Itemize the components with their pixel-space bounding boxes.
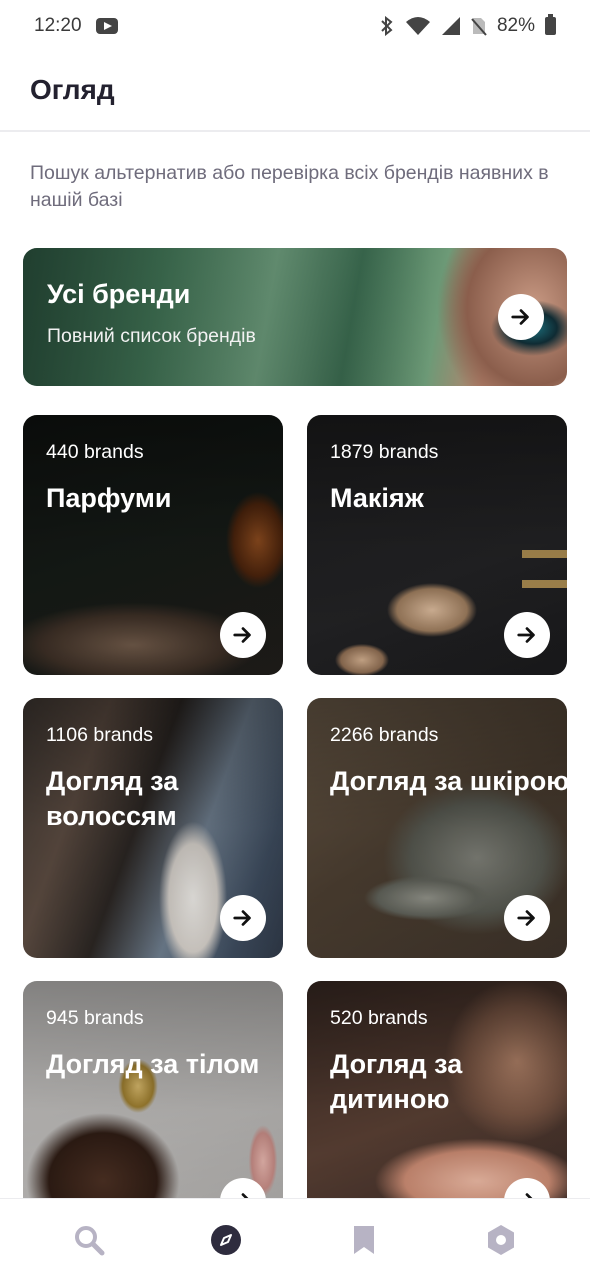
category-title: Догляд за волоссям [46, 766, 179, 831]
category-arrow-button[interactable] [504, 612, 550, 658]
compass-icon [211, 1224, 242, 1255]
arrow-right-icon [233, 910, 251, 926]
category-count: 2266 brands [330, 724, 439, 746]
category-count: 945 brands [46, 1007, 144, 1029]
all-brands-subtitle: Повний список брендів [47, 325, 256, 347]
status-bar: 12:20 82% [0, 0, 590, 52]
category-card-hair-care[interactable]: 1106 brands Догляд за волоссям [23, 698, 283, 958]
category-title: Догляд за дитиною [330, 1049, 463, 1114]
category-arrow-button[interactable] [220, 895, 266, 941]
category-title: Макіяж [330, 483, 424, 513]
all-brands-arrow-button[interactable] [498, 294, 544, 340]
arrow-right-icon [511, 309, 529, 325]
category-arrow-button[interactable] [504, 895, 550, 941]
bluetooth-icon [381, 16, 393, 36]
all-brands-banner[interactable]: Усі бренди Повний список брендів [23, 248, 567, 386]
battery-icon [545, 14, 556, 35]
category-card-makeup[interactable]: 1879 brands Макіяж [307, 415, 567, 675]
arrow-right-icon [233, 627, 251, 643]
category-card-perfume[interactable]: 440 brands Парфуми [23, 415, 283, 675]
battery-percent: 82% [496, 15, 535, 36]
category-title: Парфуми [46, 483, 172, 513]
bookmark-icon [353, 1225, 374, 1254]
category-count: 520 brands [330, 1007, 428, 1029]
bottom-nav [0, 1198, 590, 1280]
youtube-icon [95, 18, 118, 34]
page-title: Огляд [30, 74, 115, 105]
category-title: Догляд за тілом [46, 1049, 260, 1079]
search-icon [74, 1225, 105, 1255]
header: Огляд [0, 52, 590, 132]
nav-search[interactable] [59, 1210, 119, 1270]
wifi-icon [405, 17, 430, 35]
all-brands-title: Усі бренди [47, 279, 191, 309]
category-count: 1106 brands [46, 724, 153, 746]
status-time: 12:20 [34, 15, 82, 36]
category-arrow-button[interactable] [220, 612, 266, 658]
nav-settings[interactable] [471, 1210, 531, 1270]
intro-text: Пошук альтернатив або перевірка всіх бре… [30, 162, 549, 211]
arrow-right-icon [517, 910, 535, 926]
category-count: 440 brands [46, 441, 144, 463]
arrow-right-icon [517, 627, 535, 643]
no-sim-icon [471, 18, 487, 36]
signal-icon [441, 17, 460, 35]
nav-explore[interactable] [196, 1210, 256, 1270]
settings-icon [488, 1224, 515, 1255]
nav-bookmarks[interactable] [334, 1210, 394, 1270]
category-title: Догляд за шкірою [330, 766, 567, 796]
category-card-skin-care[interactable]: 2266 brands Догляд за шкірою [307, 698, 567, 958]
category-count: 1879 brands [330, 441, 439, 463]
